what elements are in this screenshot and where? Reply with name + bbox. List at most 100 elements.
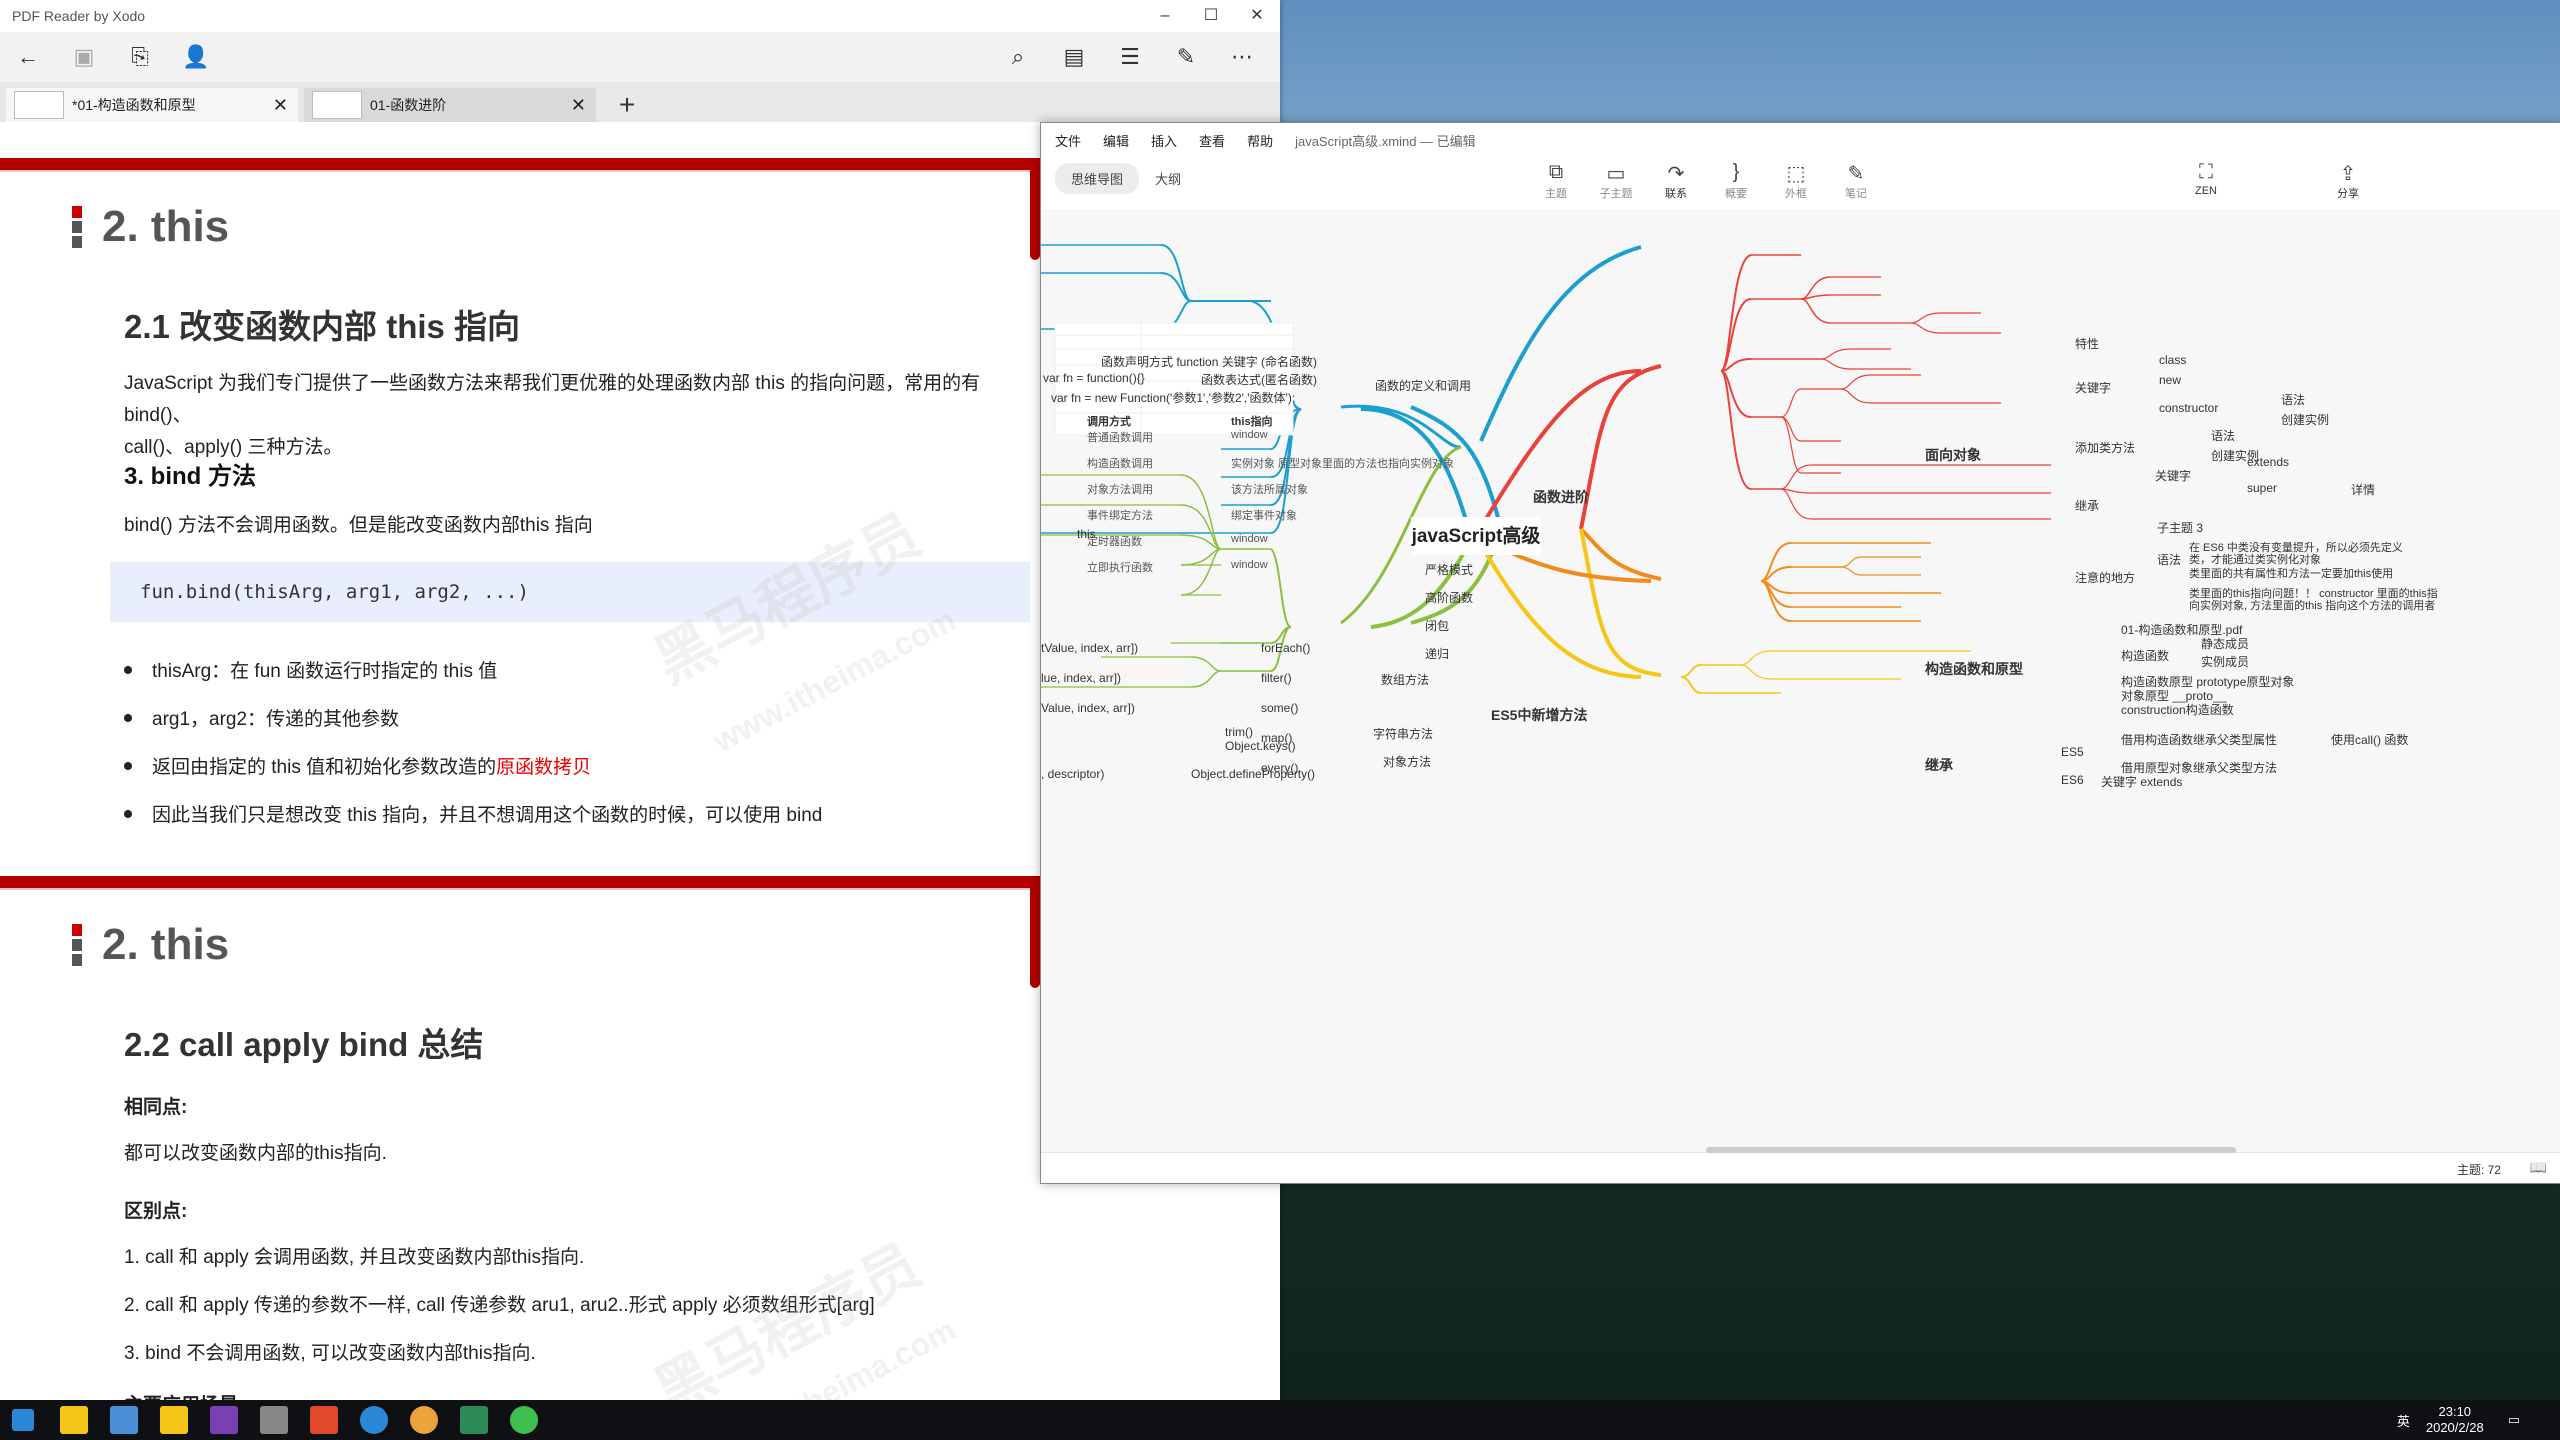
func-subtopic[interactable]: 闭包 bbox=[1425, 617, 1449, 634]
mindmap-topic[interactable]: 静态成员 bbox=[2201, 635, 2249, 652]
array-method-args[interactable]: Value, index, arr]) bbox=[1041, 701, 1135, 715]
mindmap-topic[interactable]: super bbox=[2247, 481, 2277, 495]
file-explorer-icon[interactable] bbox=[110, 1406, 138, 1434]
mindmap-topic[interactable]: 语法 bbox=[2281, 391, 2305, 408]
array-method[interactable]: some() bbox=[1261, 701, 1298, 715]
func-subtopic[interactable]: 递归 bbox=[1425, 645, 1449, 662]
mindmap-topic[interactable]: 使用call() 函数 bbox=[2331, 731, 2408, 748]
clock[interactable]: 23:10 2020/2/28 bbox=[2426, 1404, 2484, 1436]
mindmap-topic[interactable]: 借用构造函数继承父类型属性 bbox=[2121, 731, 2277, 748]
mindmap-topic[interactable]: 子主题 3 bbox=[2157, 519, 2203, 536]
mindmap-topic[interactable]: ES5 bbox=[2061, 745, 2084, 759]
func-subtopic[interactable]: 高阶函数 bbox=[1425, 589, 1473, 606]
table-cell[interactable]: 实例对象 原型对象里面的方法也指向实例对象 bbox=[1231, 455, 1454, 471]
tab-constructor-prototype[interactable]: *01-构造函数和原型 ✕ bbox=[6, 88, 298, 122]
input-lang[interactable]: 英 bbox=[2397, 1411, 2410, 1430]
array-method-args[interactable]: tValue, index, arr]) bbox=[1041, 641, 1138, 655]
sticky-notes-icon[interactable] bbox=[60, 1406, 88, 1434]
share-user-icon[interactable]: 👤 bbox=[168, 32, 224, 82]
mindmap-topic[interactable]: construction构造函数 bbox=[2121, 701, 2234, 718]
object-method[interactable]: Object.keys() bbox=[1225, 739, 1296, 753]
branch-func-advanced[interactable]: 函数进阶 bbox=[1533, 487, 1589, 507]
branch-prototype[interactable]: 构造函数和原型 bbox=[1925, 659, 2023, 679]
wechat-icon[interactable] bbox=[510, 1406, 538, 1434]
this-topic[interactable]: this bbox=[1077, 527, 1096, 541]
menu-view[interactable]: 查看 bbox=[1199, 131, 1225, 150]
mindmap-canvas[interactable]: javaScript高级 函数进阶 ES5中新增方法 面向对象 构造函数和原型 继承 函数… bbox=[1041, 209, 2560, 1153]
browser-icon[interactable] bbox=[360, 1406, 388, 1434]
mindmap-topic[interactable]: 函数表达式(匿名函数) bbox=[1201, 371, 1317, 388]
more-icon[interactable]: ⋯ bbox=[1214, 32, 1270, 82]
search-icon[interactable]: ⌕ bbox=[990, 32, 1046, 82]
table-cell[interactable]: 普通函数调用 bbox=[1087, 429, 1153, 445]
mindmap-topic[interactable]: constructor bbox=[2159, 401, 2218, 415]
onenote-icon[interactable] bbox=[210, 1406, 238, 1434]
tab-outline[interactable]: 大纲 bbox=[1139, 163, 1197, 194]
table-cell[interactable]: window bbox=[1231, 429, 1268, 441]
mindmap-topic[interactable]: 详情 bbox=[2351, 481, 2375, 498]
object-methods-topic[interactable]: 对象方法 bbox=[1383, 753, 1431, 770]
table-cell[interactable]: 立即执行函数 bbox=[1087, 559, 1153, 575]
topic-tool[interactable]: ⧉ 主题 bbox=[1531, 161, 1581, 201]
book-icon[interactable]: 📖 bbox=[2530, 1159, 2547, 1176]
outline-icon[interactable]: ☰ bbox=[1102, 32, 1158, 82]
object-method-args[interactable]: , descriptor) bbox=[1041, 767, 1104, 781]
zen-mode-button[interactable]: ⛶ ZEN bbox=[2181, 161, 2231, 197]
table-cell[interactable]: 构造函数调用 bbox=[1087, 455, 1153, 471]
menu-edit[interactable]: 编辑 bbox=[1103, 131, 1129, 150]
relationship-tool[interactable]: ↷ 联系 bbox=[1651, 161, 1701, 201]
mindmap-topic[interactable]: 构造函数 bbox=[2121, 647, 2169, 664]
table-cell[interactable]: 该方法所属对象 bbox=[1231, 481, 1308, 497]
mindmap-topic[interactable]: extends bbox=[2247, 455, 2289, 469]
func-subtopic[interactable]: 严格模式 bbox=[1425, 561, 1473, 578]
tab-mindmap[interactable]: 思维导图 bbox=[1055, 163, 1140, 194]
mindmap-topic[interactable]: 关键字 bbox=[2155, 467, 2191, 484]
app-icon[interactable] bbox=[460, 1406, 488, 1434]
summary-tool[interactable]: } 概要 bbox=[1711, 161, 1761, 201]
mindmap-topic[interactable]: 语法 bbox=[2157, 551, 2181, 568]
mindmap-topic[interactable]: 类里面的共有属性和方法一定要加this使用 bbox=[2189, 565, 2393, 581]
minimize-button[interactable]: – bbox=[1142, 0, 1188, 32]
horizontal-scrollbar[interactable] bbox=[1706, 1147, 2236, 1153]
table-header[interactable]: this指向 bbox=[1231, 413, 1273, 429]
close-tab-icon[interactable]: ✕ bbox=[571, 95, 586, 116]
chrome-icon[interactable] bbox=[410, 1406, 438, 1434]
table-header[interactable]: 调用方式 bbox=[1087, 413, 1131, 429]
mindmap-topic[interactable]: 添加类方法 bbox=[2075, 439, 2135, 456]
central-topic-text[interactable]: javaScript高级 bbox=[1411, 524, 1541, 547]
notification-icon[interactable]: ▭ bbox=[2508, 1412, 2520, 1428]
mindmap-topic[interactable]: 注意的地方 bbox=[2075, 569, 2135, 586]
table-cell[interactable]: 对象方法调用 bbox=[1087, 481, 1153, 497]
array-method-args[interactable]: lue, index, arr]) bbox=[1041, 671, 1121, 685]
table-cell[interactable]: window bbox=[1231, 533, 1268, 545]
branch-es5[interactable]: ES5中新增方法 bbox=[1491, 705, 1587, 725]
back-arrow-icon[interactable]: ← bbox=[0, 32, 56, 82]
maximize-button[interactable]: ☐ bbox=[1188, 0, 1234, 32]
table-cell[interactable]: 绑定事件对象 bbox=[1231, 507, 1297, 523]
menu-help[interactable]: 帮助 bbox=[1247, 131, 1273, 150]
object-method[interactable]: Object.defineProperty() bbox=[1191, 767, 1315, 781]
mindmap-topic[interactable]: class bbox=[2159, 353, 2186, 367]
close-tab-icon[interactable]: ✕ bbox=[273, 95, 288, 116]
share-button[interactable]: ⇪ 分享 bbox=[2323, 161, 2373, 201]
mindmap-topic[interactable]: 特性 bbox=[2075, 335, 2099, 352]
windows-start-icon[interactable] bbox=[12, 1409, 34, 1431]
mindmap-topic[interactable]: 关键字 bbox=[2075, 379, 2111, 396]
mindmap-topic[interactable]: 实例成员 bbox=[2201, 653, 2249, 670]
table-cell[interactable]: 事件绑定方法 bbox=[1087, 507, 1153, 523]
mindmap-topic[interactable]: 关键字 extends bbox=[2101, 773, 2182, 790]
mindmap-topic[interactable]: 继承 bbox=[2075, 497, 2099, 514]
app-icon[interactable] bbox=[160, 1406, 188, 1434]
view-mode-icon[interactable]: ▤ bbox=[1046, 32, 1102, 82]
menu-insert[interactable]: 插入 bbox=[1151, 131, 1177, 150]
close-button[interactable]: ✕ bbox=[1234, 0, 1280, 32]
mindmap-topic[interactable]: var fn = new Function('参数1','参数2','函数体')… bbox=[1051, 389, 1295, 406]
subtopic-tool[interactable]: ▭ 子主题 bbox=[1591, 161, 1641, 201]
branch-inherit[interactable]: 继承 bbox=[1925, 755, 1953, 775]
bookmark-icon[interactable]: ⎘ bbox=[112, 32, 168, 82]
add-tab-icon[interactable]: + bbox=[602, 88, 652, 122]
mindmap-topic[interactable]: 创建实例 bbox=[2281, 411, 2329, 428]
func-declaration[interactable]: 函数声明方式 function 关键字 (命名函数) bbox=[1101, 353, 1317, 370]
menu-file[interactable]: 文件 bbox=[1055, 131, 1081, 150]
app-icon[interactable] bbox=[260, 1406, 288, 1434]
